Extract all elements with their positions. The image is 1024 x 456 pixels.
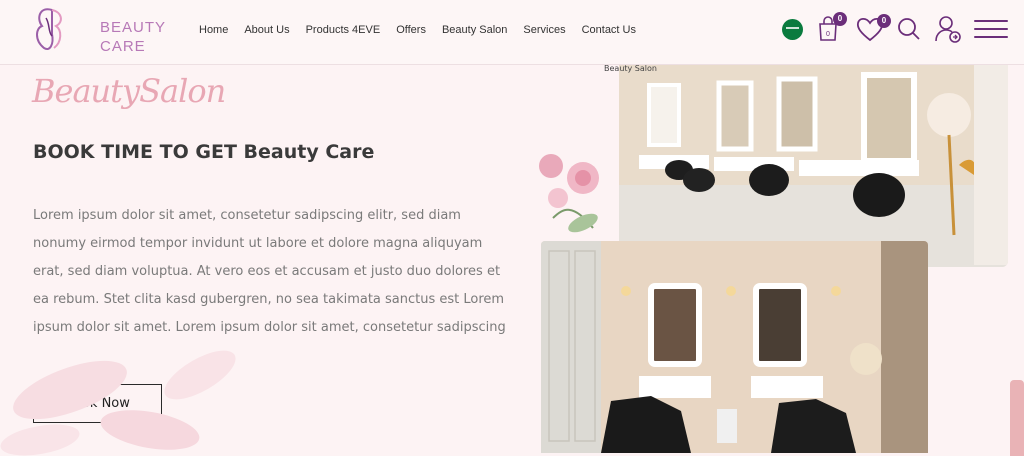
lipstick-decoration — [1010, 380, 1024, 456]
nav-beauty-salon[interactable]: Beauty Salon — [442, 24, 507, 36]
search-icon — [898, 18, 920, 40]
account-icon — [935, 16, 961, 43]
beauty-salon-ring: Beauty Salon — [604, 64, 657, 73]
svg-text:0: 0 — [826, 31, 830, 38]
petals-decoration — [0, 350, 236, 456]
nav-offers[interactable]: Offers — [396, 24, 426, 36]
main-nav: Home About Us Products 4EVE Offers Beaut… — [199, 24, 636, 36]
nav-home[interactable]: Home — [199, 24, 228, 36]
flag-icon[interactable] — [782, 19, 803, 40]
wishlist-count-badge: 0 — [877, 14, 891, 28]
nav-about-us[interactable]: About Us — [244, 24, 289, 36]
cart-button[interactable]: 0 0 — [815, 12, 847, 44]
wishlist-button[interactable]: 0 — [855, 14, 891, 44]
brand-name: BEAUTY CARE — [100, 19, 167, 55]
salon-photo-top — [619, 65, 1008, 267]
butterfly-logo-icon — [36, 8, 62, 50]
hero-description: Lorem ipsum dolor sit amet, consetetur s… — [33, 208, 506, 335]
hero-title: BOOK TIME TO GET Beauty Care — [33, 141, 375, 163]
site-header: BEAUTY CARE Home About Us Products 4EVE … — [0, 0, 1024, 65]
search-button[interactable] — [895, 14, 925, 44]
hero-script-heading: BeautySalon — [32, 72, 226, 110]
nav-products[interactable]: Products 4EVE — [306, 24, 381, 36]
flower-decoration — [539, 154, 599, 233]
salon-photo-bottom — [541, 241, 928, 453]
brand-logo[interactable]: BEAUTY CARE — [32, 4, 165, 56]
nav-services[interactable]: Services — [523, 24, 565, 36]
nav-contact-us[interactable]: Contact Us — [582, 24, 636, 36]
cart-count-badge: 0 — [833, 12, 847, 26]
account-button[interactable] — [933, 14, 963, 44]
menu-icon[interactable] — [974, 20, 1008, 40]
